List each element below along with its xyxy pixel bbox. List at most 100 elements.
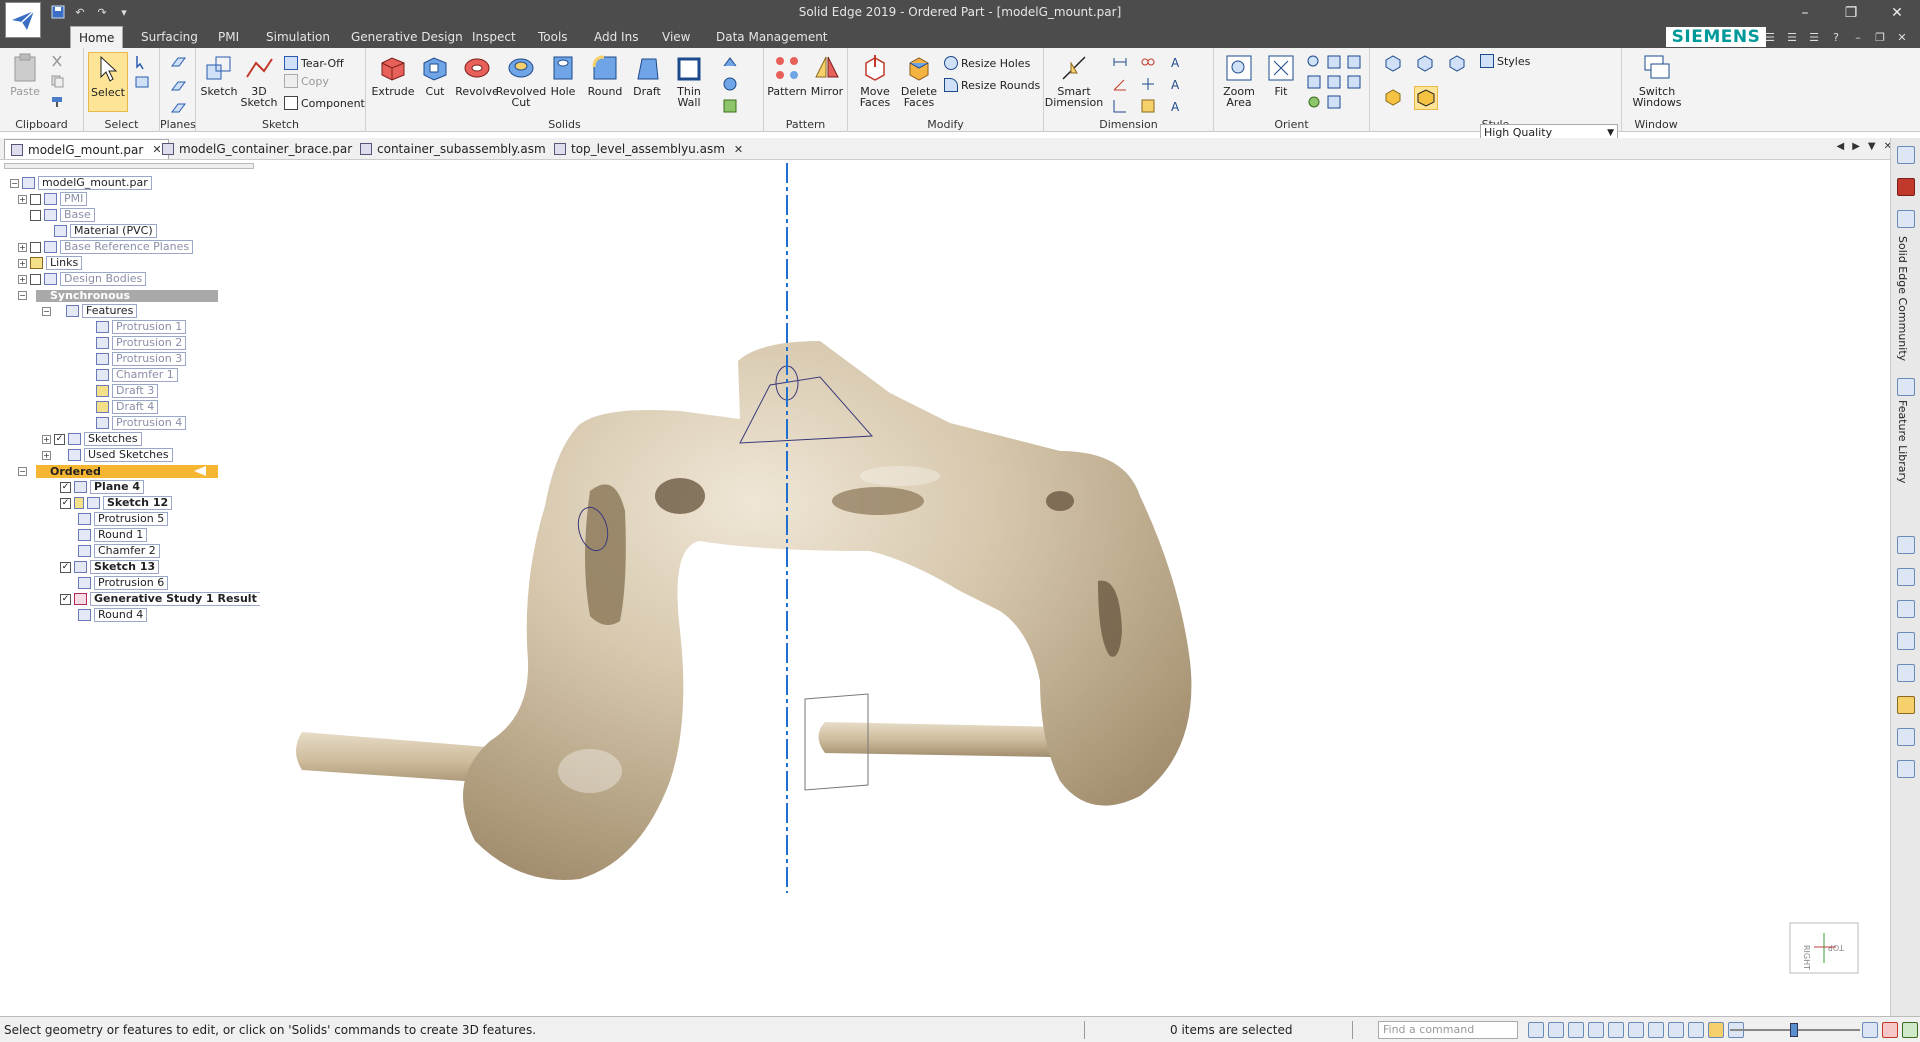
tree-plane-4[interactable]: ✓ Plane 4 (60, 480, 145, 494)
visibility-checkbox[interactable] (30, 273, 41, 285)
text-style-icon[interactable]: A (1168, 76, 1184, 92)
select-filter-icon[interactable] (134, 54, 150, 70)
tree-synchronous[interactable]: − Synchronous (18, 288, 130, 302)
switch-windows-button[interactable]: Switch Windows (1632, 52, 1682, 108)
parallel-plane-icon[interactable] (170, 78, 186, 94)
expand-icon[interactable]: + (18, 274, 27, 284)
extrude-button[interactable]: Extrude (371, 52, 415, 97)
tab-home[interactable]: Home (70, 26, 124, 48)
sketch-button[interactable]: Sketch (198, 52, 240, 97)
tree-features[interactable]: − Features (42, 304, 138, 318)
select-box-icon[interactable] (134, 74, 150, 90)
rollback-marker[interactable] (194, 466, 206, 476)
copy-button[interactable]: Copy (284, 72, 329, 90)
tab-simulation[interactable]: Simulation (258, 26, 338, 48)
sketch-view-icon[interactable] (1688, 1022, 1704, 1038)
thin-wall-button[interactable]: Thin Wall (668, 52, 710, 108)
tab-view[interactable]: View (654, 26, 698, 48)
tree-links[interactable]: + Links (18, 256, 83, 270)
shading-icon[interactable] (1708, 1022, 1724, 1038)
rotate-icon[interactable] (1306, 94, 1322, 110)
layout-icon[interactable]: ☰ (1762, 29, 1778, 45)
doc-tab-modelg-mount[interactable]: modelG_mount.par ✕ (4, 139, 169, 159)
tree-design-bodies[interactable]: + Design Bodies (18, 272, 147, 286)
view-icon[interactable] (1668, 1022, 1684, 1038)
format-painter-icon[interactable] (50, 94, 66, 110)
cut-clip-icon[interactable] (50, 54, 66, 70)
select-button[interactable]: Select (88, 52, 128, 112)
help-icon[interactable] (1897, 146, 1915, 164)
visibility-checkbox[interactable]: ✓ (54, 433, 65, 445)
tree-ordered[interactable]: − Ordered (18, 464, 101, 478)
fit-icon[interactable] (1588, 1022, 1604, 1038)
mirror-button[interactable]: Mirror (806, 52, 848, 97)
rib-icon[interactable] (722, 54, 738, 70)
record-icon[interactable] (1882, 1022, 1898, 1038)
expand-icon[interactable]: + (18, 258, 27, 268)
visibility-checkbox[interactable]: ✓ (60, 481, 71, 493)
upload-icon[interactable] (1902, 1022, 1918, 1038)
visibility-checkbox[interactable] (30, 209, 41, 221)
tree-sketch-13[interactable]: ✓ Sketch 13 (60, 560, 160, 574)
component-button[interactable]: Component (284, 94, 365, 112)
panel-icon-6[interactable] (1897, 696, 1915, 714)
ribbon-close-icon[interactable]: ✕ (1894, 29, 1910, 45)
tear-off-button[interactable]: Tear-Off (284, 54, 344, 72)
draft-button[interactable]: Draft (626, 52, 668, 97)
resize-rounds-button[interactable]: Resize Rounds (944, 76, 1040, 94)
panel-icon-7[interactable] (1897, 728, 1915, 746)
tree-feature-item[interactable]: Protrusion 4 (96, 416, 187, 430)
view-icon-b[interactable] (1326, 74, 1342, 90)
ribbon-minimize-icon[interactable]: – (1850, 29, 1866, 45)
bracket-body[interactable] (463, 341, 1192, 880)
tree-feature-item[interactable]: Chamfer 1 (96, 368, 178, 382)
add-body-icon[interactable] (722, 98, 738, 114)
expand-icon[interactable]: + (42, 434, 51, 444)
coordinate-dimension-icon[interactable] (1112, 98, 1128, 114)
tree-feature-item[interactable]: Protrusion 3 (96, 352, 187, 366)
panel-icon-3[interactable] (1897, 600, 1915, 618)
view-icon-a[interactable] (1326, 54, 1342, 70)
model-view[interactable] (260, 161, 1890, 1016)
round-button[interactable]: Round (584, 52, 626, 97)
graphics-viewport[interactable]: RIGHT TOP (260, 161, 1890, 1016)
ribbon-restore-icon[interactable]: ❐ (1872, 29, 1888, 45)
tab-scroll-right-icon[interactable]: ▶ (1852, 141, 1860, 152)
tab-pmi[interactable]: PMI (210, 26, 247, 48)
panel-icon-2[interactable] (1897, 568, 1915, 586)
close-button[interactable]: ✕ (1874, 0, 1920, 26)
styles-button[interactable]: Styles (1480, 52, 1530, 70)
expand-icon[interactable]: + (18, 194, 27, 204)
tree-material[interactable]: Material (PVC) (54, 224, 157, 238)
tree-pmi[interactable]: + PMI (18, 192, 88, 206)
zoom-slider-thumb[interactable] (1790, 1023, 1798, 1037)
expand-icon[interactable]: + (42, 450, 51, 460)
doc-tab-container-subassembly[interactable]: container_subassembly.asm ✕ (354, 139, 570, 159)
community-icon[interactable] (1897, 210, 1915, 228)
dim-axis-icon[interactable] (1140, 76, 1156, 92)
tree-protrusion-5[interactable]: Protrusion 5 (78, 512, 169, 526)
community-tab[interactable]: Solid Edge Community (1896, 236, 1909, 361)
zoom-in-icon[interactable] (1862, 1022, 1878, 1038)
tree-used-sketches[interactable]: + Used Sketches (42, 448, 173, 462)
collapse-icon[interactable]: − (10, 178, 19, 188)
tab-list-icon[interactable]: ▼ (1868, 141, 1876, 152)
pathfinder-header[interactable] (4, 163, 254, 169)
fit-button[interactable]: Fit (1260, 52, 1302, 97)
feature-library-tab[interactable]: Feature Library (1896, 400, 1909, 484)
tree-feature-item[interactable]: Protrusion 1 (96, 320, 187, 334)
cut-button[interactable]: Cut (414, 52, 456, 97)
visibility-checkbox[interactable]: ✓ (60, 561, 71, 573)
tab-tools[interactable]: Tools (530, 26, 576, 48)
iso-view-icon[interactable] (1384, 54, 1401, 72)
delete-faces-button[interactable]: Delete Faces (898, 52, 940, 108)
doc-tab-top-level-assembly[interactable]: top_level_assemblyu.asm ✕ (548, 139, 749, 159)
revolved-cut-button[interactable]: Revolved Cut (496, 52, 546, 108)
close-tab-icon[interactable]: ✕ (734, 143, 743, 156)
panel-icon-1[interactable] (1897, 536, 1915, 554)
youtube-icon[interactable] (1897, 178, 1915, 196)
text-annotation-icon[interactable]: A (1168, 54, 1184, 70)
visibility-checkbox[interactable] (30, 193, 41, 205)
zoom-icon[interactable] (1306, 54, 1322, 70)
view-cube[interactable]: RIGHT TOP (1788, 919, 1868, 975)
